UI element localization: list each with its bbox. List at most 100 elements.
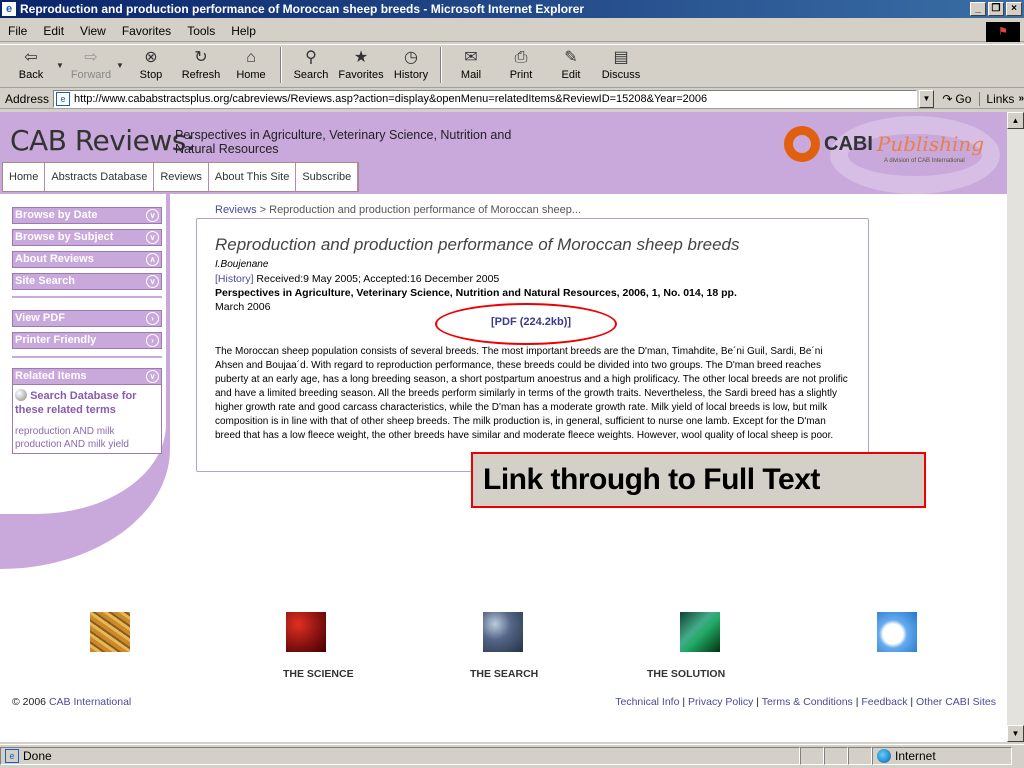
sidebar-item-site-search[interactable]: Site Search ∨ (12, 273, 162, 290)
nav-about-this-site[interactable]: About This Site (209, 163, 297, 191)
links-button[interactable]: Links (980, 92, 1018, 106)
mail-button[interactable]: ✉ Mail (446, 45, 496, 85)
address-dropdown-icon[interactable]: ▼ (918, 89, 935, 108)
menu-view[interactable]: View (72, 24, 114, 38)
nav-abstracts-database[interactable]: Abstracts Database (45, 163, 155, 191)
toolbar-separator (440, 47, 442, 83)
top-nav: Home Abstracts Database Reviews About Th… (2, 162, 360, 192)
article-panel: Reproduction and production performance … (196, 218, 869, 472)
ie-icon: e (2, 2, 16, 16)
green-leaf-image (680, 612, 720, 652)
stop-icon: ⊗ (144, 49, 158, 66)
footer-label-solution: THE SOLUTION (647, 668, 726, 680)
search-ball-icon (15, 389, 27, 401)
footer-label-search: THE SEARCH (470, 668, 539, 680)
sidebar-item-related-items[interactable]: Related Items ∨ (12, 368, 162, 385)
stop-button[interactable]: ⊗ Stop (126, 45, 176, 85)
chevron-down-icon: ∨ (146, 209, 159, 222)
chevron-right-icon[interactable]: » (1018, 93, 1024, 104)
cabi-division-text: A division of CAB International (884, 158, 965, 164)
forward-arrow-icon: ⇨ (84, 49, 98, 66)
cabi-logo-icon (784, 126, 820, 162)
vertical-scrollbar[interactable]: ▲ ▼ (1007, 112, 1024, 742)
footer-link-privacy-policy[interactable]: Privacy Policy (688, 696, 753, 708)
chevron-right-icon: › (146, 312, 159, 325)
scroll-up-icon[interactable]: ▲ (1007, 112, 1024, 129)
cabi-logo[interactable]: CABI Publishing (784, 126, 984, 162)
footer-link-terms[interactable]: Terms & Conditions (762, 696, 853, 708)
pdf-link[interactable]: [PDF (224.2kb)] (491, 316, 571, 328)
sidebar-item-browse-by-subject[interactable]: Browse by Subject ∨ (12, 229, 162, 246)
address-input[interactable]: e http://www.cababstractsplus.org/cabrev… (53, 89, 917, 108)
site-subtitle: Perspectives in Agriculture, Veterinary … (175, 128, 512, 156)
menu-bar: File Edit View Favorites Tools Help ⚑ (0, 20, 1024, 42)
favorites-button[interactable]: ★ Favorites (336, 45, 386, 85)
nav-reviews[interactable]: Reviews (154, 163, 209, 191)
search-button[interactable]: ⚲ Search (286, 45, 336, 85)
breadcrumb-current: Reproduction and production performance … (269, 204, 581, 216)
minimize-button[interactable]: _ (970, 2, 986, 16)
history-button[interactable]: ◷ History (386, 45, 436, 85)
security-zone: Internet (872, 746, 1012, 765)
address-url: http://www.cababstractsplus.org/cabrevie… (74, 92, 708, 105)
sidebar-divider (12, 356, 162, 358)
status-bar: e Done Internet (0, 744, 1024, 766)
globe-icon (877, 748, 891, 763)
close-button[interactable]: × (1006, 2, 1022, 16)
footer-link-feedback[interactable]: Feedback (861, 696, 907, 708)
history-icon: ◷ (404, 49, 418, 66)
search-related-terms-link[interactable]: Search Database for these related terms (15, 389, 161, 417)
footer-link-technical-info[interactable]: Technical Info (615, 696, 679, 708)
sidebar-item-browse-by-date[interactable]: Browse by Date ∨ (12, 207, 162, 224)
site-title: CAB Reviews: (10, 124, 195, 157)
menu-tools[interactable]: Tools (179, 24, 223, 38)
breadcrumb-reviews-link[interactable]: Reviews (215, 204, 257, 216)
menu-help[interactable]: Help (223, 24, 264, 38)
chevron-right-icon: › (146, 334, 159, 347)
article-date: March 2006 (215, 301, 271, 313)
nav-subscribe[interactable]: Subscribe (296, 163, 359, 191)
sidebar-item-about-reviews[interactable]: About Reviews ∧ (12, 251, 162, 268)
article-journal: Perspectives in Agriculture, Veterinary … (215, 287, 737, 299)
toolbar-separator (280, 47, 282, 83)
cabi-brand: CABI (824, 132, 873, 155)
blue-cells-image (483, 612, 523, 652)
discuss-icon: ▤ (613, 49, 629, 66)
refresh-button[interactable]: ↻ Refresh (176, 45, 226, 85)
related-items-box: Related Items ∨ Search Database for these… (12, 368, 162, 454)
maximize-button[interactable]: ❐ (988, 2, 1004, 16)
site-header: CAB Reviews: Perspectives in Agriculture… (0, 112, 1007, 194)
status-cell (848, 746, 872, 765)
chevron-up-icon: ∧ (146, 253, 159, 266)
article-history: [History] Received:9 May 2005; Accepted:… (215, 273, 500, 285)
footer-link-other-cabi-sites[interactable]: Other CABI Sites (916, 696, 996, 708)
scroll-down-icon[interactable]: ▼ (1007, 725, 1024, 742)
back-button[interactable]: ⇦ Back (6, 45, 56, 85)
print-button[interactable]: ⎙ Print (496, 45, 546, 85)
edit-button[interactable]: ✎ Edit (546, 45, 596, 85)
footer-links: Technical Info | Privacy Policy | Terms … (615, 696, 996, 708)
address-label: Address (5, 91, 50, 106)
sidebar-item-view-pdf[interactable]: View PDF › (12, 310, 162, 327)
nav-home[interactable]: Home (3, 163, 46, 191)
back-arrow-icon: ⇦ (24, 49, 38, 66)
menu-edit[interactable]: Edit (35, 24, 72, 38)
go-button[interactable]: ↷ Go (934, 91, 981, 106)
cabi-publishing: Publishing (876, 132, 985, 156)
title-bar: e Reproduction and production performanc… (0, 0, 1024, 18)
forward-dropdown-icon[interactable]: ▼ (116, 45, 126, 70)
back-dropdown-icon[interactable]: ▼ (56, 45, 66, 70)
address-bar: Address e http://www.cababstractsplus.or… (0, 89, 1024, 109)
discuss-button[interactable]: ▤ Discuss (596, 45, 646, 85)
menu-file[interactable]: File (0, 24, 35, 38)
sidebar-item-printer-friendly[interactable]: Printer Friendly › (12, 332, 162, 349)
cab-international-link[interactable]: CAB International (49, 696, 131, 708)
menu-favorites[interactable]: Favorites (114, 24, 179, 38)
breadcrumb: Reviews > Reproduction and production pe… (215, 204, 581, 216)
home-button[interactable]: ⌂ Home (226, 45, 276, 85)
history-link[interactable]: [History] (215, 273, 254, 285)
forward-button[interactable]: ⇨ Forward (66, 45, 116, 85)
status-cell (800, 746, 824, 765)
mail-icon: ✉ (464, 49, 478, 66)
print-icon: ⎙ (514, 49, 528, 66)
